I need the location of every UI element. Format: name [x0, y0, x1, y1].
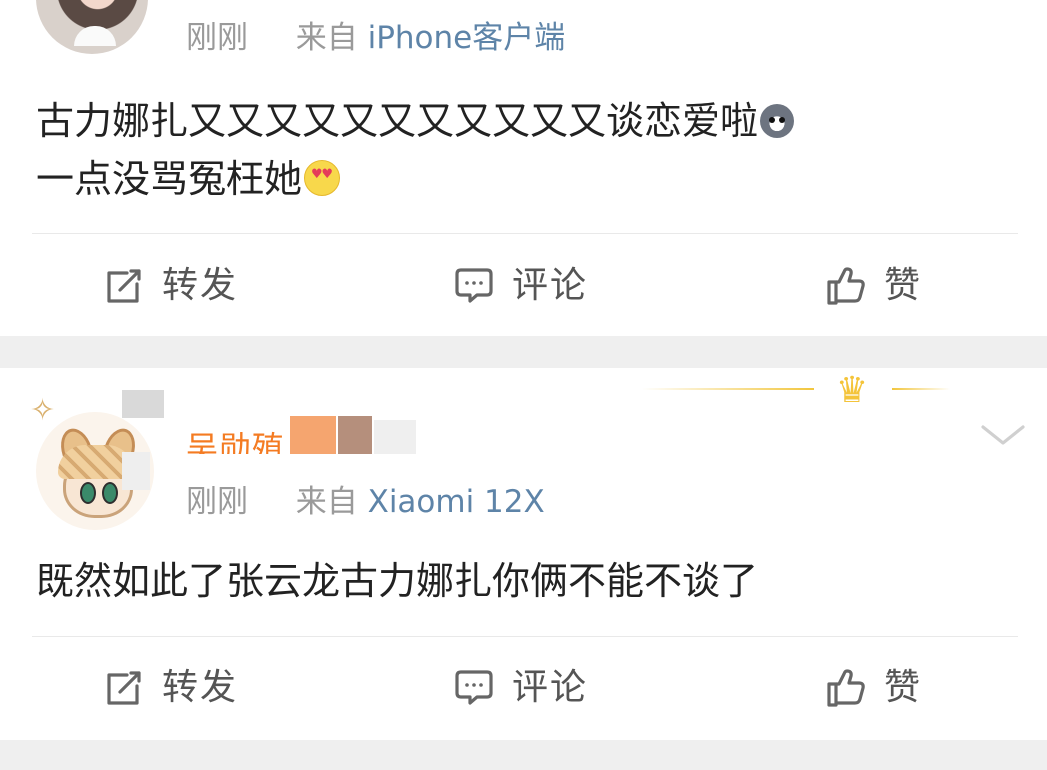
post-text-1-line-2: 一点没骂冤枉她: [36, 157, 303, 201]
feed-separator-1: [0, 336, 1047, 368]
post-actions-2: 转发 评论 赞: [0, 638, 1047, 738]
comment-icon: [452, 666, 496, 710]
repost-icon: [102, 264, 146, 308]
comment-label: 评论: [512, 265, 589, 306]
post-source-prefix-1: 来自: [295, 20, 358, 56]
crown-decoration-line-right: [892, 388, 950, 390]
weibo-post-1: 刚刚 来自 iPhone客户端 古力娜扎又又又又又又又又又又又谈恋爱啦 一点没骂…: [0, 0, 1047, 336]
repost-label: 转发: [162, 265, 239, 306]
crown-icon: ♛: [835, 370, 869, 411]
mosaic-block-2: [122, 452, 150, 490]
post-meta-1: 刚刚 来自 iPhone客户端: [186, 20, 565, 56]
like-icon: [824, 264, 868, 308]
action-divider-1: [32, 233, 1018, 234]
post-time-1: 刚刚: [186, 20, 248, 56]
post-content-line-1: 古力娜扎又又又又又又又又又又又谈恋爱啦: [36, 92, 795, 150]
post-actions-1: 转发 评论 赞: [0, 236, 1047, 336]
like-icon: [824, 666, 868, 710]
heart-eyes-emoji-icon: [304, 160, 341, 196]
post-source-app-2[interactable]: Xiaomi 12X: [368, 484, 545, 520]
like-button[interactable]: 赞: [824, 258, 922, 314]
post-source-prefix-2: 来自: [295, 484, 358, 520]
repost-label: 转发: [162, 667, 239, 708]
post-time-2: 刚刚: [186, 484, 248, 520]
action-divider-2: [32, 636, 1018, 637]
post-meta-2: 刚刚 来自 Xiaomi 12X: [186, 484, 545, 520]
chevron-down-icon: [981, 425, 1025, 445]
mosaic-block-3: [290, 416, 336, 454]
avatar-shoulder: [74, 26, 116, 46]
repost-icon: [102, 666, 146, 710]
like-label: 赞: [884, 667, 923, 708]
crown-decoration-line-left: [642, 388, 814, 390]
post-content-1: 古力娜扎又又又又又又又又又又又谈恋爱啦 一点没骂冤枉她: [36, 92, 795, 208]
user-nickname-2[interactable]: 吴勋殖: [186, 428, 285, 454]
post-text-2-line-1: 既然如此了张云龙古力娜扎你俩不能不谈了: [36, 559, 759, 603]
post-content-2: 既然如此了张云龙古力娜扎你俩不能不谈了: [36, 552, 758, 610]
comment-label: 评论: [512, 667, 589, 708]
comment-icon: [452, 264, 496, 308]
avatar-left-eye: [80, 482, 96, 504]
post-source-app-1[interactable]: iPhone客户端: [368, 20, 566, 56]
user-avatar-1[interactable]: [36, 0, 148, 54]
mosaic-block-4: [338, 416, 372, 454]
avatar-right-eye: [102, 482, 118, 504]
post-content-line-2: 一点没骂冤枉她: [36, 150, 794, 208]
husky-emoji-icon: [760, 104, 795, 138]
like-label: 赞: [884, 265, 923, 306]
post-more-button[interactable]: [980, 423, 1026, 449]
repost-button[interactable]: 转发: [102, 660, 238, 716]
mosaic-block-1: [122, 390, 164, 418]
mosaic-block-5: [374, 420, 416, 454]
feed-separator-2: [0, 740, 1047, 770]
repost-button[interactable]: 转发: [102, 258, 238, 314]
comment-button[interactable]: 评论: [452, 258, 588, 314]
comment-button[interactable]: 评论: [452, 660, 588, 716]
like-button[interactable]: 赞: [824, 660, 922, 716]
post-text-1-line-1: 古力娜扎又又又又又又又又又又又谈恋爱啦: [36, 99, 759, 143]
